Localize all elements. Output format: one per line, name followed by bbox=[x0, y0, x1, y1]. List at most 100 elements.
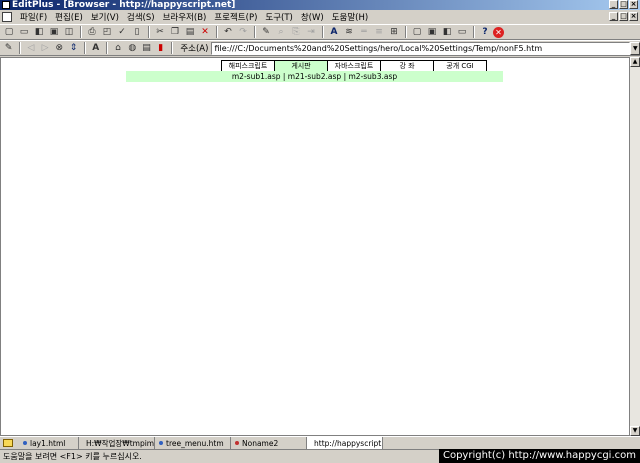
toolbar-separator bbox=[254, 26, 256, 38]
goto-icon[interactable]: ⇥ bbox=[304, 26, 318, 39]
fullscreen-icon[interactable]: ▭ bbox=[455, 26, 469, 39]
cut-icon[interactable]: ✂ bbox=[153, 26, 167, 39]
ruler-icon[interactable]: ═ bbox=[357, 26, 371, 39]
undo-icon[interactable]: ↶ bbox=[221, 26, 235, 39]
save-all-icon[interactable]: ◫ bbox=[62, 26, 76, 39]
stop-icon[interactable]: ✕ bbox=[493, 26, 504, 38]
doc-tab-tmpim[interactable]: H:₩작업장₩tmpim bbox=[79, 437, 155, 449]
open-icon[interactable]: ◧ bbox=[32, 26, 46, 39]
find-icon[interactable]: ✎ bbox=[259, 26, 273, 39]
tab-lecture[interactable]: 강 좌 bbox=[380, 60, 434, 71]
doc-tab-lay1[interactable]: lay1.html bbox=[19, 437, 79, 449]
mdi-controls: _ □ × bbox=[609, 12, 638, 21]
font-size-icon[interactable]: A bbox=[89, 42, 102, 55]
window-title: EditPlus - [Browser - http://happyscript… bbox=[12, 0, 236, 10]
address-label: 주소(A) bbox=[180, 44, 209, 54]
directory-window-icon[interactable]: ▢ bbox=[410, 26, 424, 39]
file-icon bbox=[23, 441, 27, 445]
minimize-button[interactable]: _ bbox=[609, 0, 618, 9]
tab-happyscript[interactable]: 해피스크립트 bbox=[221, 60, 275, 71]
document-icon[interactable] bbox=[2, 12, 12, 22]
scroll-up-button[interactable]: ▲ bbox=[630, 57, 640, 67]
globe-icon[interactable]: ◍ bbox=[126, 42, 139, 55]
browser-toolbar: ✎ ◁ ▷ ⊗ ⇕ A ⌂ ◍ ▤ ▮ 주소(A) file:///C:/Doc… bbox=[0, 40, 640, 56]
toolbar-separator bbox=[473, 26, 475, 38]
print-preview-icon[interactable]: ◰ bbox=[100, 26, 114, 39]
forward-icon[interactable]: ▷ bbox=[38, 42, 51, 55]
file-icon bbox=[159, 441, 163, 445]
refresh-icon[interactable]: ⇕ bbox=[67, 42, 80, 55]
tab-open-cgi[interactable]: 공개 CGI bbox=[433, 60, 487, 71]
menu-tools[interactable]: 도구(T) bbox=[261, 11, 296, 23]
column-select-icon[interactable]: ⊞ bbox=[387, 26, 401, 39]
replace-icon[interactable]: ⎘ bbox=[289, 26, 303, 39]
open-folder-icon[interactable]: ▭ bbox=[17, 26, 31, 39]
spellcheck-icon[interactable]: ✓ bbox=[115, 26, 129, 39]
folder-icon[interactable] bbox=[3, 439, 13, 447]
menu-view[interactable]: 보기(V) bbox=[87, 11, 123, 23]
title-bar: EditPlus - [Browser - http://happyscript… bbox=[0, 0, 640, 10]
toolbar-separator bbox=[84, 42, 87, 54]
document-tab-bar: lay1.html H:₩작업장₩tmpim tree_menu.htm Non… bbox=[0, 436, 640, 449]
delete-icon[interactable]: ✕ bbox=[198, 26, 212, 39]
address-dropdown-button[interactable]: ▼ bbox=[630, 41, 640, 55]
word-wrap-icon[interactable]: ≋ bbox=[342, 26, 356, 39]
toolbar-separator bbox=[148, 26, 150, 38]
home-icon[interactable]: ⌂ bbox=[111, 42, 124, 55]
mdi-maximize-button[interactable]: □ bbox=[619, 12, 628, 21]
menu-project[interactable]: 프로젝트(P) bbox=[210, 11, 261, 23]
line-number-icon[interactable]: ≡ bbox=[372, 26, 386, 39]
doc-tab-label: http://happyscript. bbox=[314, 438, 383, 448]
subnav-bar[interactable]: m2-sub1.asp | m21-sub2.asp | m2-sub3.asp bbox=[126, 71, 503, 82]
page-setup-icon[interactable]: ▯ bbox=[130, 26, 144, 39]
menu-search[interactable]: 검색(S) bbox=[123, 11, 159, 23]
menu-file[interactable]: 파일(F) bbox=[16, 11, 51, 23]
doc-tab-label: Noname2 bbox=[242, 438, 279, 448]
modified-file-icon bbox=[235, 441, 239, 445]
doc-tab-noname2[interactable]: Noname2 bbox=[231, 437, 307, 449]
menu-browser[interactable]: 브라우저(B) bbox=[159, 11, 211, 23]
vertical-scrollbar[interactable]: ▲ ▼ bbox=[630, 57, 640, 436]
toolbar-separator bbox=[80, 26, 82, 38]
redo-icon[interactable]: ↷ bbox=[236, 26, 250, 39]
mdi-close-button[interactable]: × bbox=[629, 12, 638, 21]
mdi-minimize-button[interactable]: _ bbox=[609, 12, 618, 21]
toolbar-separator bbox=[405, 26, 407, 38]
output-window-icon[interactable]: ▣ bbox=[425, 26, 439, 39]
toolbar-separator bbox=[19, 42, 22, 54]
doc-tab-browser[interactable]: http://happyscript. bbox=[307, 437, 383, 449]
new-file-icon[interactable]: ▢ bbox=[2, 26, 16, 39]
doc-tab-label: H:₩작업장₩tmpim bbox=[86, 438, 155, 448]
find-next-icon[interactable]: ⌕ bbox=[274, 26, 288, 39]
bookmark-icon[interactable]: ▮ bbox=[154, 42, 167, 55]
menu-edit[interactable]: 편집(E) bbox=[51, 11, 87, 23]
pencil-icon[interactable]: ✎ bbox=[2, 42, 15, 55]
save-icon[interactable]: ▣ bbox=[47, 26, 61, 39]
doc-tab-tree-menu[interactable]: tree_menu.htm bbox=[155, 437, 231, 449]
copyright-watermark: Copyright(c) http://www.happycgi.com bbox=[438, 449, 640, 463]
menu-help[interactable]: 도움말(H) bbox=[328, 11, 372, 23]
browser-content: 해피스크립트 게시판 자바스크립트 강 좌 공개 CGI m2-sub1.asp… bbox=[0, 57, 630, 436]
cliptext-window-icon[interactable]: ◧ bbox=[440, 26, 454, 39]
doc-tab-label: tree_menu.htm bbox=[166, 438, 224, 448]
menu-window[interactable]: 창(W) bbox=[297, 11, 328, 23]
copy-icon[interactable]: ❐ bbox=[168, 26, 182, 39]
back-icon[interactable]: ◁ bbox=[24, 42, 37, 55]
help-icon[interactable]: ? bbox=[478, 26, 492, 39]
app-icon[interactable] bbox=[2, 1, 10, 9]
scroll-down-button[interactable]: ▼ bbox=[630, 426, 640, 436]
maximize-button[interactable]: □ bbox=[619, 0, 628, 9]
print-icon[interactable]: ⎙ bbox=[85, 26, 99, 39]
paste-icon[interactable]: ▤ bbox=[183, 26, 197, 39]
toolbar-separator bbox=[322, 26, 324, 38]
doc-tab-label: lay1.html bbox=[30, 438, 66, 448]
close-button[interactable]: × bbox=[629, 0, 638, 9]
stop-browser-icon[interactable]: ⊗ bbox=[53, 42, 66, 55]
tab-javascript[interactable]: 자바스크립트 bbox=[327, 60, 381, 71]
toolbar-separator bbox=[171, 42, 174, 54]
font-icon[interactable]: A bbox=[327, 26, 341, 39]
main-toolbar: ▢ ▭ ◧ ▣ ◫ ⎙ ◰ ✓ ▯ ✂ ❐ ▤ ✕ ↶ ↷ ✎ ⌕ ⎘ ⇥ A … bbox=[0, 24, 640, 40]
address-input[interactable]: file:///C:/Documents%20and%20Settings/he… bbox=[211, 41, 631, 55]
view-source-icon[interactable]: ▤ bbox=[140, 42, 153, 55]
menu-bar: 파일(F) 편집(E) 보기(V) 검색(S) 브라우저(B) 프로젝트(P) … bbox=[0, 10, 640, 24]
